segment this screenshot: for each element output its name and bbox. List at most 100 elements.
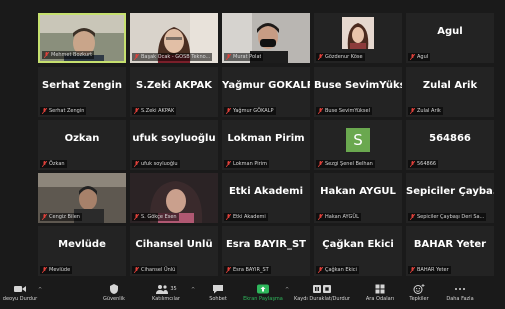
participant-tile[interactable]: Esra BAYIR_ST Esra BAYIR_ST — [222, 226, 310, 276]
participant-tile[interactable]: Cihansel Ünlü Cihansel Ünlü — [130, 226, 218, 276]
video-options-chevron-icon[interactable]: ^ — [38, 287, 42, 293]
mic-muted-icon — [44, 52, 49, 58]
mic-muted-icon — [226, 108, 231, 114]
mic-muted-icon — [318, 108, 323, 114]
participant-tile[interactable]: Agul Agul — [406, 13, 494, 63]
participants-icon: 35 — [140, 284, 192, 294]
more-button[interactable]: Daha Fazla — [440, 284, 480, 302]
more-label: Daha Fazla — [446, 296, 474, 302]
chat-bubble-icon — [213, 285, 223, 294]
participant-tile[interactable]: Başak Ocak - GOSB Tekno... — [130, 13, 218, 63]
mic-muted-icon — [410, 108, 415, 114]
video-camera-icon — [14, 286, 26, 292]
participant-name: Etki Akademi — [228, 186, 304, 197]
participant-name: Çağkan Ekici — [322, 239, 394, 250]
participant-tile[interactable]: ufuk soyluoğlu ufuk soyluoğlu — [130, 120, 218, 170]
participant-tile[interactable]: Mehmet Bozkurt — [38, 13, 126, 63]
meeting-window: Mehmet Bozkurt Başak Ocak - GOSB Tekno..… — [0, 0, 505, 309]
mic-muted-icon — [42, 108, 47, 114]
mic-muted-icon — [410, 161, 415, 167]
chat-label: Sohbet — [209, 296, 227, 302]
participant-label: Çağkan Ekici — [316, 266, 359, 274]
participant-tile[interactable]: Sepiciler Çayba... Sepiciler Çaybaşı Der… — [406, 173, 494, 223]
share-screen-icon — [257, 284, 269, 294]
reactions-button[interactable]: Tepkiler — [402, 284, 436, 302]
participant-tile[interactable]: BAHAR Yeter BAHAR Yeter — [406, 226, 494, 276]
mic-muted-icon — [42, 267, 47, 273]
participant-label: Mehmet Bozkurt — [42, 51, 95, 59]
meeting-toolbar: deoyu Durdur ^ Güvenlik 35 Katılımcılar … — [0, 281, 505, 309]
participant-tile[interactable]: Mevlüde Mevlüde — [38, 226, 126, 276]
mic-muted-icon — [226, 161, 231, 167]
participant-tile[interactable]: Cengiz Bilen — [38, 173, 126, 223]
participant-name: ufuk soyluoğlu — [132, 133, 216, 144]
participant-name: Serhat Zengin — [42, 80, 122, 91]
participant-tile[interactable]: S.Zeki AKPAK S.Zeki AKPAK — [130, 67, 218, 117]
participant-tile[interactable]: Yağmur GÖKALP Yağmur GÖKALP — [222, 67, 310, 117]
participant-label: BAHAR Yeter — [408, 266, 451, 274]
participants-options-chevron-icon[interactable]: ^ — [191, 287, 195, 293]
participant-name: Zulal Arik — [422, 80, 478, 91]
share-options-chevron-icon[interactable]: ^ — [285, 287, 289, 293]
avatar: S — [346, 128, 370, 152]
stop-video-button[interactable]: deoyu Durdur — [0, 284, 40, 302]
security-button[interactable]: Güvenlik — [92, 284, 136, 302]
pause-stop-recording-button[interactable]: Kaydı Duraklat/Durdur — [290, 284, 354, 302]
participant-grid: Mehmet Bozkurt Başak Ocak - GOSB Tekno..… — [38, 13, 494, 278]
participant-label: Yağmur GÖKALP — [224, 107, 276, 115]
participant-tile[interactable]: Gözdenur Köse — [314, 13, 402, 63]
participant-tile[interactable]: Murat Polat — [222, 13, 310, 63]
participant-label: Cengiz Bilen — [40, 213, 82, 221]
participant-tile[interactable]: Özkan Özkan — [38, 120, 126, 170]
recording-label: Kaydı Duraklat/Durdur — [294, 296, 350, 302]
participant-name: 564866 — [429, 133, 471, 144]
mic-muted-icon — [318, 54, 323, 60]
mic-muted-icon — [134, 161, 139, 167]
participant-name: Lokman Pirim — [227, 133, 305, 144]
mic-muted-icon — [318, 161, 323, 167]
participant-name: Esra BAYIR_ST — [225, 239, 307, 250]
participant-name: Sepiciler Çayba... — [406, 186, 494, 197]
participant-label: Cihansel Ünlü — [132, 266, 178, 274]
breakout-rooms-button[interactable]: Ara Odaları — [360, 284, 400, 302]
mic-muted-icon — [134, 214, 139, 220]
participant-label: S. Gökçe Esen — [132, 213, 179, 221]
participants-button[interactable]: 35 Katılımcılar — [140, 284, 192, 302]
participant-tile[interactable]: Etki Akademi Etki Akademi — [222, 173, 310, 223]
participant-label: Agul — [408, 53, 431, 61]
participant-label: Serhat Zengin — [40, 107, 87, 115]
participant-label: ufuk soyluoğlu — [132, 160, 180, 168]
share-screen-label: Ekran Paylaşma — [243, 296, 283, 302]
mic-muted-icon — [318, 267, 323, 273]
participant-tile[interactable]: 564866 564866 — [406, 120, 494, 170]
breakout-rooms-label: Ara Odaları — [365, 296, 395, 302]
participant-label: Hakan AYGÜL — [316, 213, 361, 221]
participant-label: Esra BAYIR_ST — [224, 266, 271, 274]
participant-tile[interactable]: Hakan AYGÜL Hakan AYGÜL — [314, 173, 402, 223]
participant-name: Agul — [437, 26, 463, 37]
participant-tile[interactable]: Lokman Pirim Lokman Pirim — [222, 120, 310, 170]
participant-tile[interactable]: Serhat Zengin Serhat Zengin — [38, 67, 126, 117]
participant-name: Özkan — [64, 133, 100, 144]
more-dots-icon — [455, 288, 465, 290]
participant-name: S.Zeki AKPAK — [136, 80, 212, 91]
chat-button[interactable]: Sohbet — [200, 284, 236, 302]
participant-tile[interactable]: Buse SevimYüksel Buse SevimYüksel — [314, 67, 402, 117]
participant-name: Yağmur GÖKALP — [222, 80, 310, 91]
participant-tile[interactable]: Çağkan Ekici Çağkan Ekici — [314, 226, 402, 276]
participant-label: Buse SevimYüksel — [316, 107, 372, 115]
participant-tile[interactable]: Zulal Arik Zulal Arik — [406, 67, 494, 117]
participant-label: Lokman Pirim — [224, 160, 269, 168]
participant-name: Hakan AYGÜL — [320, 186, 396, 197]
mic-muted-icon — [42, 161, 47, 167]
mic-muted-icon — [42, 214, 47, 220]
people-icon — [156, 285, 169, 294]
stop-video-label: deoyu Durdur — [2, 296, 38, 302]
participant-tile[interactable]: S. Gökçe Esen — [130, 173, 218, 223]
mic-muted-icon — [134, 108, 139, 114]
share-screen-button[interactable]: Ekran Paylaşma — [238, 284, 288, 302]
participant-name: BAHAR Yeter — [413, 239, 487, 250]
participants-count: 35 — [170, 286, 177, 292]
participant-tile[interactable]: S Sezgi Şenel Belhan — [314, 120, 402, 170]
reactions-label: Tepkiler — [409, 296, 429, 302]
